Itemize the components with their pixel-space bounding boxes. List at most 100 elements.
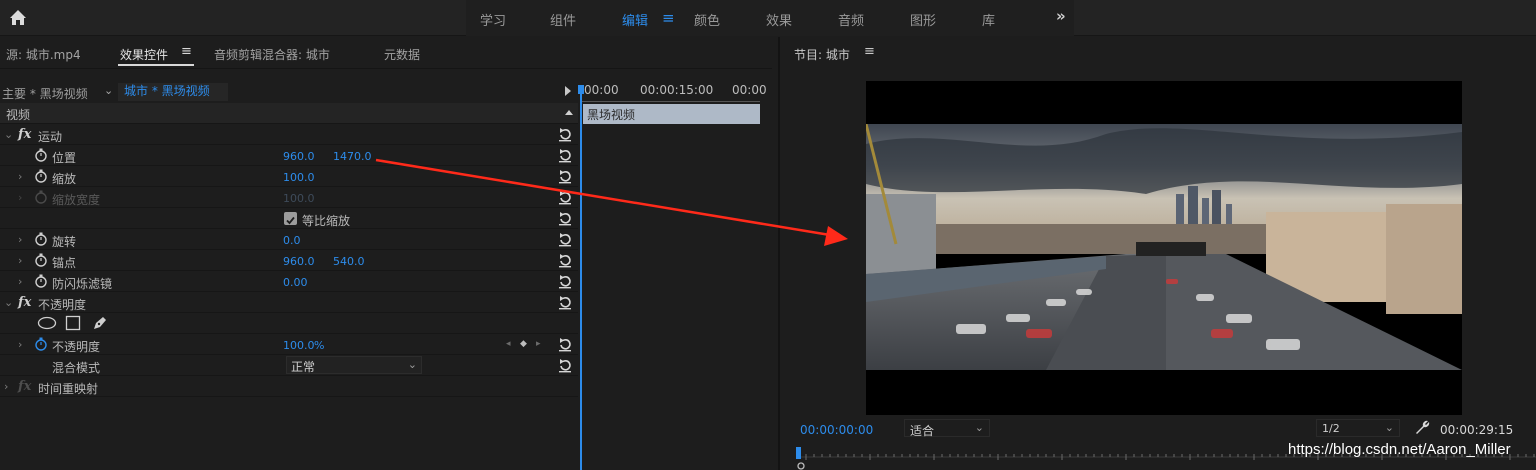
- add-keyframe-icon[interactable]: ◆: [520, 339, 527, 349]
- program-playhead[interactable]: [796, 447, 801, 459]
- tab-source[interactable]: 源: 城市.mp4: [6, 46, 81, 63]
- tab-color[interactable]: 颜色: [694, 10, 720, 29]
- reset-icon[interactable]: [558, 294, 572, 310]
- reset-icon[interactable]: [558, 168, 572, 184]
- zoom-fit-value: 适合: [910, 424, 935, 438]
- workspace-tabs: 学习 组件 编辑 ≡ 颜色 效果 音频 图形 库 »: [466, 0, 1074, 36]
- scale-width-row: › 缩放宽度 100.0: [0, 187, 578, 208]
- program-viewer[interactable]: [866, 81, 1462, 415]
- stopwatch-icon[interactable]: [34, 148, 48, 162]
- stopwatch-icon[interactable]: [34, 169, 48, 183]
- zoom-fit-dropdown[interactable]: 适合 ⌄: [904, 419, 990, 438]
- video-header-label: 视频: [6, 108, 31, 122]
- tab-learn[interactable]: 学习: [480, 10, 506, 29]
- anchor-y-value[interactable]: 540.0: [333, 255, 365, 268]
- twirl-closed-icon[interactable]: ›: [18, 233, 22, 246]
- uniform-scale-checkbox[interactable]: [284, 212, 297, 225]
- tab-metadata[interactable]: 元数据: [384, 46, 420, 63]
- twirl-closed-icon[interactable]: ›: [18, 338, 22, 351]
- program-monitor-panel: 节目: 城市 ≡ 00:00:00:00 适合 ⌄ 1/2 ⌄ 00:00:29…: [778, 37, 1536, 470]
- reset-icon[interactable]: [558, 273, 572, 289]
- tab-libraries[interactable]: 库: [982, 10, 995, 29]
- tab-effect-controls[interactable]: 效果控件: [120, 46, 168, 63]
- twirl-closed-icon[interactable]: ›: [18, 254, 22, 267]
- timeline-clip[interactable]: 黑场视频: [583, 104, 760, 124]
- twirl-open-icon[interactable]: ⌄: [4, 296, 13, 309]
- chevron-down-icon: ⌄: [974, 421, 984, 434]
- fx-icon[interactable]: fx: [18, 295, 31, 310]
- position-label: 位置: [52, 151, 77, 165]
- twirl-closed-icon[interactable]: ›: [18, 170, 22, 183]
- wrench-icon[interactable]: [1414, 419, 1430, 435]
- position-y-value[interactable]: 1470.0: [333, 150, 372, 163]
- panel-tabs: 源: 城市.mp4 效果控件 ≡ 音频剪辑混合器: 城市 元数据: [0, 37, 772, 69]
- blend-mode-dropdown[interactable]: 正常 ⌄: [286, 356, 422, 374]
- panel-menu-icon[interactable]: ≡: [181, 44, 192, 59]
- scale-value[interactable]: 100.0: [283, 171, 315, 184]
- program-monitor-title[interactable]: 节目: 城市: [794, 46, 850, 63]
- stopwatch-icon: [35, 190, 47, 204]
- chevron-down-icon[interactable]: ⌄: [104, 84, 113, 97]
- rotation-value[interactable]: 0.0: [283, 234, 301, 247]
- uniform-scale-row: 等比缩放: [0, 208, 578, 229]
- stopwatch-icon[interactable]: [34, 274, 48, 288]
- playhead-line[interactable]: [580, 88, 582, 470]
- anti-flicker-label: 防闪烁滤镜: [52, 277, 113, 291]
- ellipse-mask-icon[interactable]: [37, 316, 57, 330]
- fx-icon[interactable]: fx: [18, 127, 31, 142]
- tab-audio[interactable]: 音频: [838, 10, 864, 29]
- reset-icon[interactable]: [558, 252, 572, 268]
- opacity-effect-label: 不透明度: [38, 298, 87, 312]
- tab-editing[interactable]: 编辑: [622, 10, 648, 29]
- rectangle-mask-icon[interactable]: [65, 315, 81, 331]
- anti-flicker-value[interactable]: 0.00: [283, 276, 308, 289]
- twirl-closed-icon[interactable]: ›: [4, 380, 8, 393]
- reset-icon[interactable]: [558, 147, 572, 163]
- effect-timeline: 00:00 00:00:15:00 00:00 黑场视频: [580, 82, 767, 470]
- panel-menu-icon[interactable]: ≡: [864, 44, 875, 59]
- workspace-menu-icon[interactable]: ≡: [662, 9, 675, 27]
- source-clip-label[interactable]: 城市 * 黑场视频: [118, 83, 228, 101]
- next-keyframe-icon[interactable]: ▸: [536, 339, 541, 349]
- blend-mode-label: 混合模式: [52, 361, 101, 375]
- more-workspaces-button[interactable]: »: [1056, 7, 1066, 25]
- chevron-down-icon: ⌄: [1384, 421, 1394, 434]
- reset-icon[interactable]: [558, 210, 572, 226]
- reset-icon[interactable]: [558, 126, 572, 142]
- video-header-row: 视频: [0, 103, 578, 124]
- premiere-window: 学习 组件 编辑 ≡ 颜色 效果 音频 图形 库 » 源: 城市.mp4 效果控…: [0, 0, 1536, 470]
- collapse-caret-icon[interactable]: [565, 110, 573, 115]
- prev-keyframe-icon[interactable]: ◂: [506, 339, 511, 349]
- tab-audio-clip-mixer[interactable]: 音频剪辑混合器: 城市: [214, 46, 330, 63]
- twirl-closed-icon[interactable]: ›: [18, 275, 22, 288]
- opacity-value[interactable]: 100.0: [283, 339, 315, 352]
- home-icon[interactable]: [6, 6, 30, 30]
- motion-row[interactable]: ⌄ fx 运动: [0, 124, 578, 145]
- reset-icon[interactable]: [558, 357, 572, 373]
- source-main-label: 主要 * 黑场视频: [2, 87, 88, 101]
- stopwatch-icon[interactable]: [34, 232, 48, 246]
- opacity-effect-row[interactable]: ⌄ fx 不透明度: [0, 292, 578, 313]
- pen-mask-icon[interactable]: [92, 315, 108, 331]
- tab-assembly[interactable]: 组件: [550, 10, 576, 29]
- play-triangle-icon[interactable]: [565, 86, 571, 96]
- reset-icon[interactable]: [558, 336, 572, 352]
- anchor-x-value[interactable]: 960.0: [283, 255, 315, 268]
- time-remap-row[interactable]: › fx 时间重映射: [0, 376, 578, 397]
- reset-icon[interactable]: [558, 189, 572, 205]
- position-x-value[interactable]: 960.0: [283, 150, 315, 163]
- timeline-time-start: 00:00: [584, 83, 619, 97]
- timeline-ruler[interactable]: 00:00 00:00:15:00 00:00: [580, 82, 767, 102]
- mask-tools-row: [0, 313, 578, 334]
- stopwatch-icon[interactable]: [34, 253, 48, 267]
- playback-resolution-value: 1/2: [1322, 422, 1340, 435]
- duration-timecode: 00:00:29:15: [1440, 423, 1514, 437]
- stopwatch-active-icon[interactable]: [34, 337, 48, 351]
- anchor-row: › 锚点 960.0 540.0: [0, 250, 578, 271]
- tab-effects[interactable]: 效果: [766, 10, 792, 29]
- reset-icon[interactable]: [558, 231, 572, 247]
- twirl-open-icon[interactable]: ⌄: [4, 128, 13, 141]
- tab-graphics[interactable]: 图形: [910, 10, 936, 29]
- current-timecode[interactable]: 00:00:00:00: [800, 423, 873, 437]
- playback-resolution-dropdown[interactable]: 1/2 ⌄: [1316, 419, 1400, 437]
